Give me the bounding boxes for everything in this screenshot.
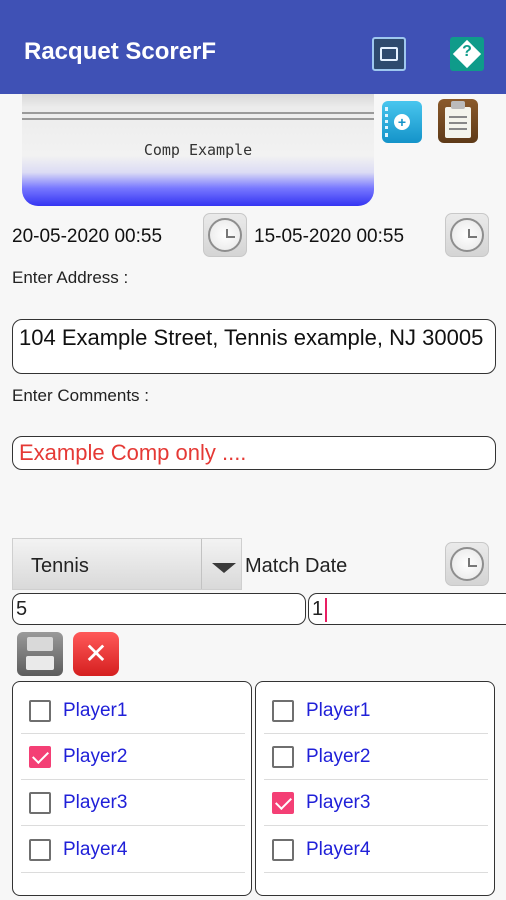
floppy-disk-icon <box>27 637 53 651</box>
player-checkbox[interactable] <box>272 700 294 722</box>
player-checkbox[interactable] <box>29 746 51 768</box>
close-icon: ✕ <box>84 638 108 669</box>
list-item[interactable]: Player2 <box>264 734 488 780</box>
end-date-clock-icon[interactable] <box>445 213 489 257</box>
sport-dropdown[interactable]: Tennis <box>12 538 242 590</box>
list-item[interactable]: Player4 <box>21 827 245 873</box>
player-checkbox[interactable] <box>29 839 51 861</box>
list-item[interactable]: Player1 <box>264 688 488 734</box>
list-item[interactable]: Player4 <box>264 827 488 873</box>
list-item[interactable]: Player2 <box>21 734 245 780</box>
sport-selected: Tennis <box>31 555 89 577</box>
banner-title: Comp Example <box>143 141 253 159</box>
text-caret <box>325 597 328 622</box>
start-date-clock-icon[interactable] <box>203 213 247 257</box>
help-icon[interactable]: ? <box>450 37 484 71</box>
chevron-down-icon <box>212 563 236 573</box>
player-checkbox[interactable] <box>272 839 294 861</box>
start-date: 20-05-2020 00:55 <box>12 226 163 247</box>
list-item[interactable]: Player3 <box>264 780 488 826</box>
app-bar: Racquet ScorerF ? <box>0 0 506 94</box>
device-icon[interactable] <box>372 37 406 71</box>
list-item[interactable]: Player3 <box>21 780 245 826</box>
address-label: Enter Address : <box>12 268 129 287</box>
list-item[interactable]: Player1 <box>21 688 245 734</box>
match-date-label: Match Date <box>245 555 348 577</box>
team-two-player-list: Player1 Player2 Player3 Player4 <box>255 681 495 896</box>
end-date: 15-05-2020 00:55 <box>254 226 405 247</box>
player-checkbox[interactable] <box>272 746 294 768</box>
comments-input[interactable]: Example Comp only .... <box>12 436 496 470</box>
address-input[interactable]: 104 Example Street, Tennis example, NJ 3… <box>12 319 496 374</box>
delete-button[interactable]: ✕ <box>73 632 119 676</box>
team-one-player-list: Player1 Player2 Player3 Player4 <box>12 681 252 896</box>
score-field-2[interactable]: 1 <box>308 593 506 625</box>
app-title: Racquet ScorerF <box>24 38 217 65</box>
match-date-clock-icon[interactable] <box>445 542 489 586</box>
player-checkbox[interactable] <box>272 792 294 814</box>
save-button[interactable] <box>17 632 63 676</box>
player-checkbox[interactable] <box>29 792 51 814</box>
add-note-button[interactable]: + <box>382 101 422 143</box>
competition-banner: Comp Example <box>22 94 374 206</box>
player-checkbox[interactable] <box>29 700 51 722</box>
comments-label: Enter Comments : <box>12 386 149 405</box>
clipboard-button[interactable] <box>438 99 478 143</box>
score-field-1[interactable]: 5 <box>12 593 306 625</box>
